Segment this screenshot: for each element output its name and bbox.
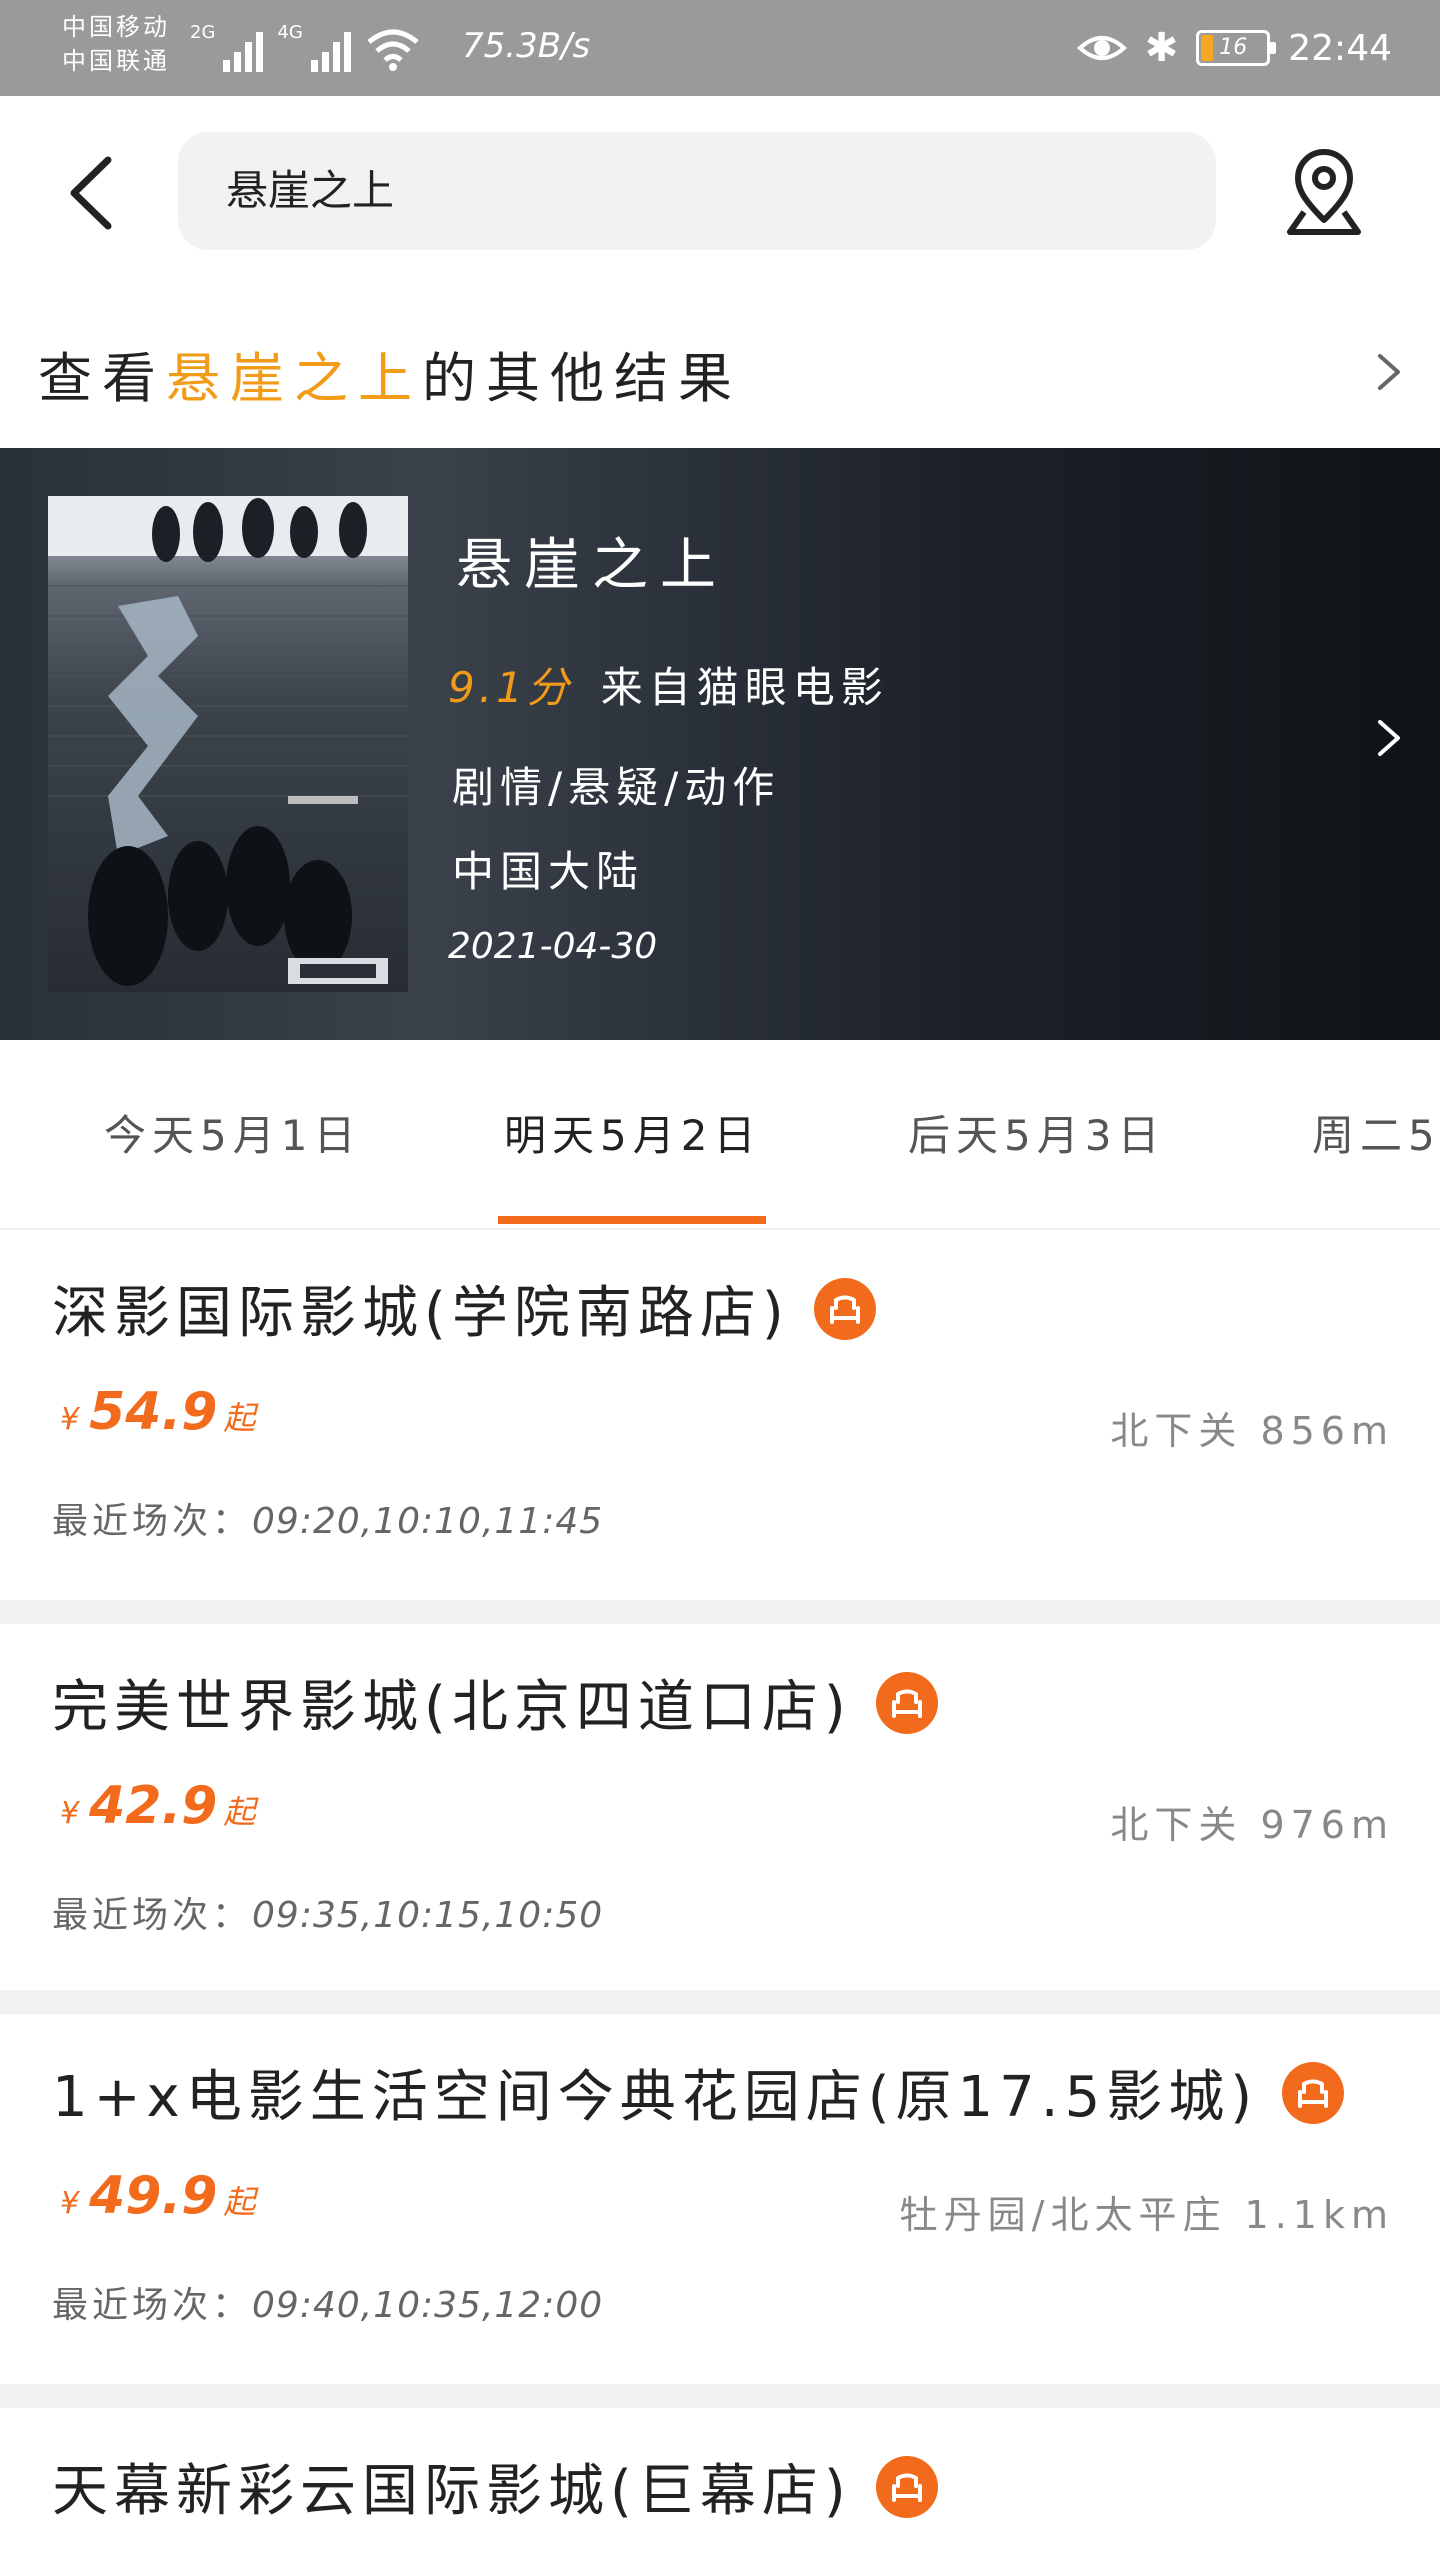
currency: ¥ [60,1402,80,1437]
divider [0,2384,1440,2408]
other-results-text: 查看悬崖之上的其他结果 [38,334,742,413]
cinema-distance: 北下关 976m [1110,1803,1394,1847]
carrier-2: 中国联通 [62,47,170,75]
search-input[interactable]: 悬崖之上 [178,132,1216,250]
price-from: 起 [223,1399,256,1437]
cinema-name: 完美世界影城(北京四道口店) [52,1662,938,1743]
status-bar: 中国移动 中国联通 2G 4G 75.3B/s ✱ 16 22:44 [0,0,1440,96]
signal-icon [223,28,264,72]
signal-icon [310,28,351,72]
showtimes: 最近场次：09:35,10:15,10:50 [52,1886,603,1938]
rating-source: 来自猫眼电影 [600,663,889,712]
cinema-name-text: 完美世界影城(北京四道口店) [52,1675,852,1740]
divider [0,1600,1440,1624]
cinema-name-text: 天幕新彩云国际影城(巨幕店) [52,2459,852,2524]
bluetooth-icon: ✱ [1144,25,1179,71]
showtimes: 最近场次：09:40,10:35,12:00 [52,2276,603,2328]
price-amount: 42.9 [89,1776,218,1836]
cinema-name: 深影国际影城(学院南路店) [52,1268,876,1349]
active-tab-indicator [498,1216,766,1224]
tab-today[interactable]: 今天5月1日 [104,1102,361,1163]
cinema-name: 天幕新彩云国际影城(巨幕店) [52,2446,938,2527]
seat-select-icon [1282,2061,1345,2124]
cinema-name-text: 1+x电影生活空间今典花园店(原17.5影城) [52,2065,1259,2130]
seat-select-icon [875,2455,938,2518]
chevron-right-icon [1378,354,1400,390]
poster-art [48,496,408,986]
cinema-item[interactable]: 深影国际影城(学院南路店) ¥54.9 起 北下关 856m 最近场次：09:20… [0,1230,1440,1600]
movie-rating: 9.1分 [448,663,573,712]
date-tabs: 今天5月1日 明天5月2日 后天5月3日 周二5 [0,1040,1440,1230]
tab-day-after[interactable]: 后天5月3日 [908,1102,1165,1163]
cinema-name-text: 深影国际影城(学院南路店) [52,1281,790,1346]
eye-comfort-icon [1076,36,1127,60]
seat-select-icon [875,1671,938,1734]
status-right: ✱ 16 22:44 [1076,18,1392,78]
network-2g-label: 2G [190,22,216,43]
clock: 22:44 [1288,27,1392,69]
price-amount: 49.9 [89,2166,218,2226]
movie-poster [48,496,408,992]
movie-card[interactable]: 悬崖之上 9.1分 来自猫眼电影 剧情/悬疑/动作 中国大陆 2021-04-30 [0,448,1440,1040]
chevron-right-icon [1378,720,1400,756]
movie-rating-line: 9.1分 来自猫眼电影 [448,654,889,715]
other-results-suffix: 的其他结果 [422,347,742,410]
showtimes-label: 最近场次： [52,2285,253,2326]
price-from: 起 [223,2183,256,2221]
other-results-prefix: 查看 [38,347,166,410]
showtimes-label: 最近场次： [52,1501,253,1542]
network-indicators: 2G 4G [190,22,421,72]
other-results-keyword: 悬崖之上 [166,347,422,410]
battery-level: 16 [1219,35,1248,60]
back-button[interactable] [58,148,128,238]
search-header: 悬崖之上 [0,96,1440,286]
carrier-1: 中国移动 [62,13,170,41]
cinema-item[interactable]: 天幕新彩云国际影城(巨幕店) [0,2408,1440,2560]
showtimes-label: 最近场次： [52,1895,253,1936]
battery-icon: 16 [1196,30,1277,66]
movie-release-date: 2021-04-30 [448,926,658,967]
cinema-name: 1+x电影生活空间今典花园店(原17.5影城) [52,2052,1345,2133]
cinema-item[interactable]: 1+x电影生活空间今典花园店(原17.5影城) ¥49.9 起 牡丹园/北太平庄 … [0,2014,1440,2384]
movie-genre: 剧情/悬疑/动作 [452,763,781,812]
price: ¥49.9 起 [60,2166,255,2226]
showtimes: 最近场次：09:20,10:10,11:45 [52,1492,603,1544]
wifi-icon [367,29,419,71]
location-button[interactable] [1282,148,1366,238]
price: ¥42.9 起 [60,1776,255,1836]
other-results-link[interactable]: 查看悬崖之上的其他结果 [0,320,1440,430]
movie-region: 中国大陆 [452,847,645,896]
movie-title: 悬崖之上 [456,533,728,598]
cinema-distance: 牡丹园/北太平庄 1.1km [899,2193,1394,2237]
tab-tuesday[interactable]: 周二5 [1312,1102,1440,1163]
showtimes-values: 09:20,10:10,11:45 [252,1501,604,1542]
network-speed: 75.3B/s [462,26,591,66]
price-from: 起 [223,1793,256,1831]
carrier-info: 中国移动 中国联通 [62,10,170,78]
price: ¥54.9 起 [60,1382,255,1442]
currency: ¥ [60,1796,80,1831]
showtimes-values: 09:40,10:35,12:00 [252,2285,604,2326]
seat-select-icon [813,1277,876,1340]
tab-tomorrow[interactable]: 明天5月2日 [504,1102,761,1163]
divider [0,1990,1440,2014]
cinema-distance: 北下关 856m [1110,1409,1394,1453]
price-amount: 54.9 [89,1382,218,1442]
currency: ¥ [60,2186,80,2221]
showtimes-values: 09:35,10:15,10:50 [252,1895,604,1936]
network-4g-label: 4G [277,22,303,43]
search-query: 悬崖之上 [226,166,395,215]
cinema-item[interactable]: 完美世界影城(北京四道口店) ¥42.9 起 北下关 976m 最近场次：09:3… [0,1624,1440,1990]
